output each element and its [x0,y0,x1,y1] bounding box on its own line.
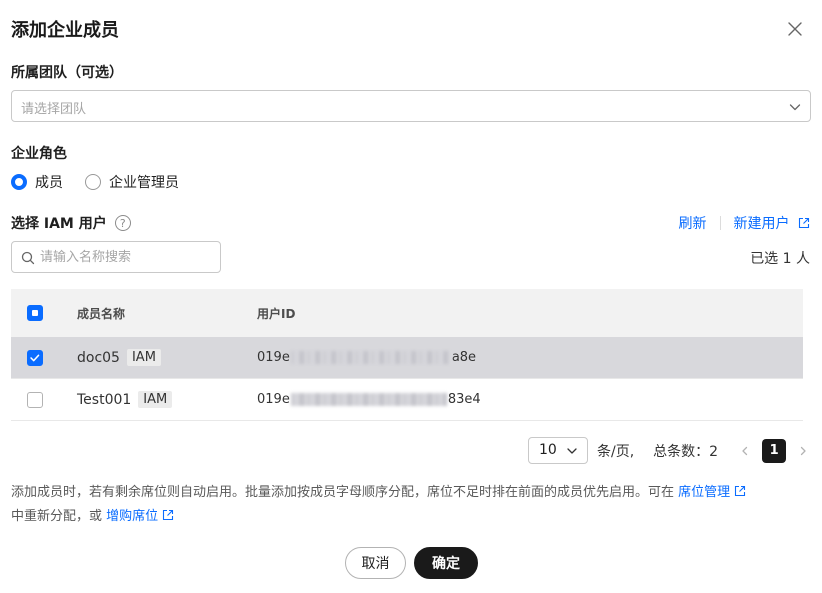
seat-note: 添加成员时，若有剩余席位则自动启用。批量添加按成员字母顺序分配，席位不足时排在前… [11,481,811,529]
table-row[interactable]: Test001 IAM 019e 83e4 [11,379,803,421]
question-circle-icon[interactable]: ? [114,215,131,231]
create-user-label: 新建用户 [733,216,790,232]
buy-seats-label: 增购席位 [106,509,159,524]
dialog-title: 添加企业成员 [11,20,119,41]
select-all-cell [27,289,43,337]
role-radio-group: 成员 企业管理员 [11,172,201,192]
table-row[interactable]: doc05 IAM 019e a8e [11,337,803,379]
chevron-left-icon[interactable] [738,444,752,458]
row-user-id: 019e 83e4 [257,379,481,420]
redacted-id-mask [290,393,447,406]
user-id-prefix: 019e [257,392,290,407]
radio-member[interactable]: 成员 [11,172,63,192]
total-count: 总条数：2 [653,443,719,460]
iam-actions: 刷新 新建用户 [679,213,810,233]
row-name-cell: Test001 IAM [77,379,173,420]
page-number-current[interactable]: 1 [762,438,787,463]
radio-admin-label: 企业管理员 [109,175,179,191]
chevron-down-icon [567,448,577,454]
member-name: Test001 [77,391,132,408]
page-size-select[interactable]: 10 [528,437,588,464]
select-all-checkbox[interactable] [27,305,43,321]
buy-seats-link[interactable]: 增购席位 [106,509,174,524]
column-header-user-id[interactable]: 用户ID [257,289,295,337]
radio-member-label: 成员 [35,175,63,191]
chevron-right-icon[interactable] [796,444,810,458]
external-link-icon [735,485,746,497]
seat-management-label: 席位管理 [678,485,731,500]
checkmark-icon [30,354,40,361]
role-label: 企业角色 [11,146,67,162]
team-select[interactable]: 请选择团队 [11,90,811,122]
row-checkbox[interactable] [27,349,43,366]
search-input[interactable] [40,246,212,268]
row-name-cell: doc05 IAM [77,337,161,378]
chevron-down-icon [789,104,801,111]
iam-tag: IAM [138,391,173,408]
external-link-icon [163,509,174,521]
confirm-button[interactable]: 确定 [414,547,478,579]
create-user-link[interactable]: 新建用户 [734,213,810,233]
redacted-id-mask [290,351,451,364]
column-header-name[interactable]: 成员名称 [77,289,125,337]
row-checkbox-cell [27,379,43,420]
external-link-icon [798,217,810,229]
team-label: 所属团队（可选） [11,65,123,81]
per-page-text: 条/页, [597,443,635,460]
iam-label-row: 选择 IAM 用户 ? [11,213,131,233]
refresh-link[interactable]: 刷新 [679,213,707,233]
search-box [11,241,221,273]
row-checkbox-cell [27,337,43,378]
link-divider [719,216,721,230]
row-checkbox[interactable] [27,391,43,408]
user-id-suffix: 83e4 [447,392,481,407]
close-icon[interactable] [785,19,805,39]
table-header: 成员名称 用户ID [11,289,803,337]
note-text-1: 添加成员时，若有剩余席位则自动启用。批量添加按成员字母顺序分配，席位不足时排在前… [11,485,679,500]
radio-admin-dot[interactable] [85,174,101,190]
page-size-value: 10 [539,442,557,458]
cancel-button[interactable]: 取消 [345,547,406,579]
iam-label: 选择 IAM 用户 [11,216,107,232]
row-user-id: 019e a8e [257,337,476,378]
radio-member-dot[interactable] [11,174,27,190]
pagination: 10 条/页, 总条数：2 1 [528,437,810,464]
team-select-placeholder: 请选择团队 [21,102,87,117]
search-icon [21,251,35,265]
selected-count: 已选 1 人 [750,251,810,267]
user-id-suffix: a8e [451,350,477,365]
user-id-prefix: 019e [257,350,290,365]
note-text-2: 中重新分配，或 [11,509,107,524]
iam-user-table: 成员名称 用户ID doc05 IAM 019e a8e Test001 IAM… [11,289,803,421]
member-name: doc05 [77,349,120,366]
iam-tag: IAM [126,349,161,366]
add-member-dialog: 添加企业成员 所属团队（可选） 请选择团队 企业角色 成员 企业管理员 选择 I… [0,0,822,593]
radio-admin[interactable]: 企业管理员 [85,172,179,192]
seat-management-link[interactable]: 席位管理 [678,485,746,500]
